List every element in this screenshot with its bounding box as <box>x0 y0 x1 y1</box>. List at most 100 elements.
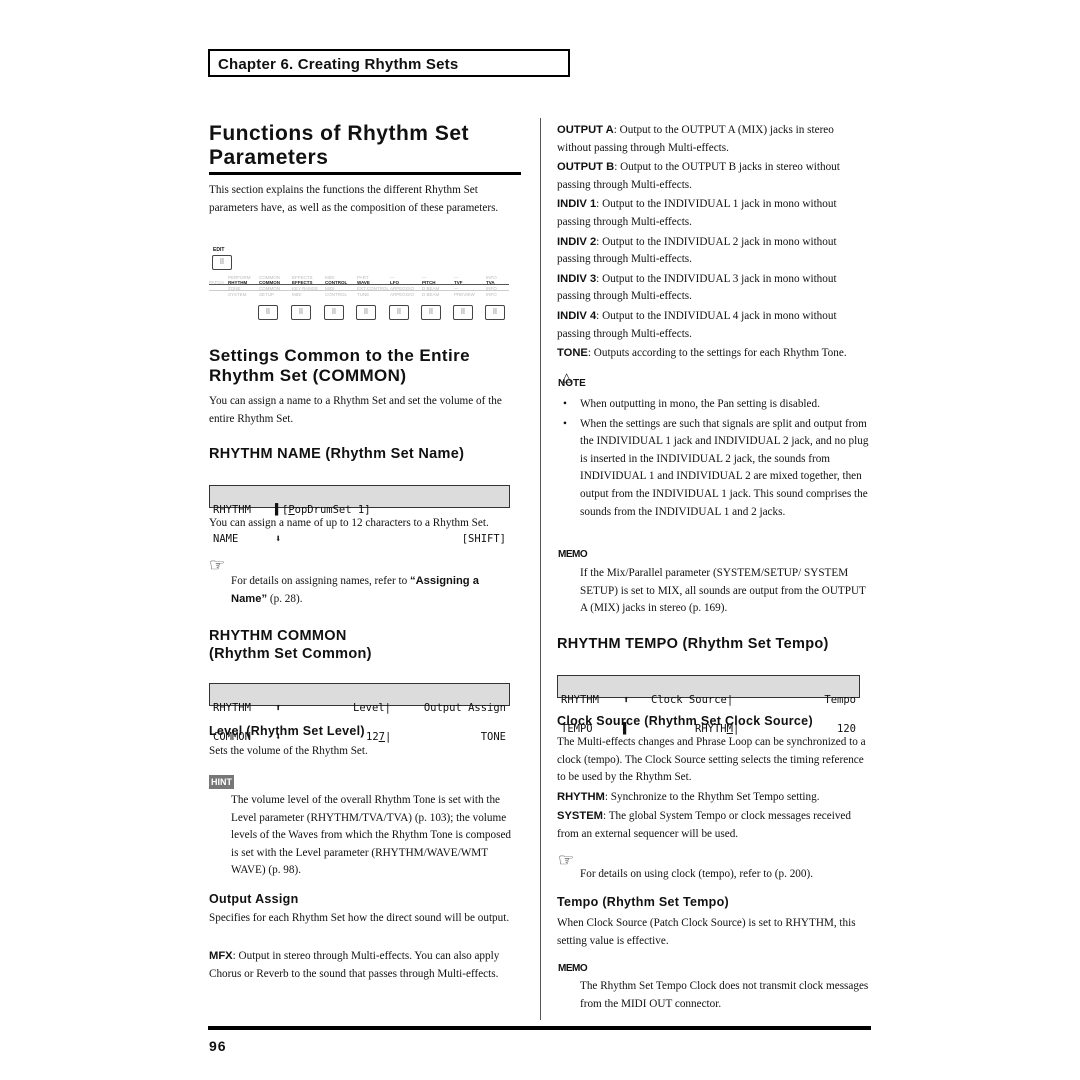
section-heading-line1: Settings Common to the Entire <box>209 346 470 365</box>
mfx-text: : Output in stereo through Multi-effects… <box>209 950 500 980</box>
rhythm-tempo-heading: RHYTHM TEMPO (Rhythm Set Tempo) <box>557 636 829 652</box>
output-options-list: OUTPUT A: Output to the OUTPUT A (MIX) j… <box>557 122 870 365</box>
lcd-display-tempo: RHYTHM ⬆ Clock Source| Tempo TEMPO ▌ RHYTHM| 1… <box>557 675 860 734</box>
keypad-icon: ⠿ <box>492 308 498 316</box>
lcd-display-name: RHYTHM ▌ [PopDrumSet 1] NAME ⬇ [SHIFT] <box>209 485 510 544</box>
clock-source-heading: Clock Source (Rhythm Set Clock Source) <box>557 714 813 728</box>
lcd-level-label: Level| <box>353 702 391 714</box>
edit-button[interactable]: ⠿ <box>212 255 232 270</box>
memo-text-tempo: The Rhythm Set Tempo Clock does not tran… <box>580 980 869 1010</box>
reference-hand-icon: ☞ <box>558 850 575 870</box>
memo-icon: MEMO <box>558 549 588 560</box>
ref-text: For details on assigning names, refer to <box>231 575 410 587</box>
chapter-title: Chapter 6. Creating Rhythm Sets <box>218 56 459 73</box>
hint-text: The volume level of the overall Rhythm T… <box>231 794 512 877</box>
output-assign-description: Specifies for each Rhythm Set how the di… <box>209 912 510 924</box>
rhythm-common-heading-line1: RHYTHM COMMON <box>209 628 347 644</box>
note-item: When outputting in mono, the Pan setting… <box>557 396 872 414</box>
output-option: INDIV 3: Output to the INDIVIDUAL 3 jack… <box>557 271 870 306</box>
output-desc: : Outputs according to the settings for … <box>587 347 847 360</box>
panel-rule-main <box>209 284 509 285</box>
chapter-header: Chapter 6. Creating Rhythm Sets <box>208 49 570 77</box>
output-desc: : Output to the INDIVIDUAL 1 jack in mon… <box>557 198 837 228</box>
output-term: INDIV 1 <box>557 198 597 211</box>
footer-rule <box>208 1026 871 1030</box>
level-digits: 12 <box>366 731 379 743</box>
rhythm-text: : Synchronize to the Rhythm Set Tempo se… <box>604 791 820 803</box>
page-number: 96 <box>209 1038 227 1054</box>
keypad-icon: ⠿ <box>460 308 466 316</box>
output-option: OUTPUT A: Output to the OUTPUT A (MIX) j… <box>557 122 870 157</box>
output-option: INDIV 4: Output to the INDIVIDUAL 4 jack… <box>557 308 870 343</box>
system-option: SYSTEM: The global System Tempo or clock… <box>557 808 870 843</box>
name-description: You can assign a name of up to 12 charac… <box>209 517 489 529</box>
edit-label: EDIT <box>213 247 225 253</box>
panel-select-button[interactable]: ⠿ <box>356 305 376 320</box>
rhythm-common-heading: RHYTHM COMMON (Rhythm Set Common) <box>209 627 372 663</box>
memo-text-mix: If the Mix/Parallel parameter (SYSTEM/SE… <box>580 567 866 615</box>
ref-page: (p. 28). <box>267 592 303 605</box>
title-rule <box>209 172 521 175</box>
panel-label: D BEAM <box>422 292 440 297</box>
mfx-term: MFX <box>209 950 233 962</box>
keypad-icon: ⠿ <box>219 258 225 266</box>
section-heading-common: Settings Common to the Entire Rhythm Set… <box>209 346 470 386</box>
note-label: NOTE <box>558 378 586 389</box>
output-term: INDIV 2 <box>557 235 597 248</box>
panel-label: PREVIEW <box>454 292 475 297</box>
lcd-output-label: Output Assign <box>423 702 506 714</box>
intro-paragraph: This section explains the functions the … <box>209 184 499 214</box>
output-option: TONE: Outputs according to the settings … <box>557 345 870 363</box>
keypad-icon: ⠿ <box>428 308 434 316</box>
lcd-clock-label: Clock Source| <box>651 694 734 706</box>
column-divider <box>540 118 541 1020</box>
note-icon: △ NOTE <box>558 370 586 389</box>
lcd-line1-label: RHYTHM <box>561 694 599 706</box>
output-term: OUTPUT A <box>557 124 614 136</box>
hint-icon: HINT <box>209 775 234 789</box>
panel-label: SYSTEM <box>228 292 247 297</box>
panel-label: ARPEGGIO <box>390 292 415 297</box>
lcd-tempo-label: Tempo <box>824 694 856 706</box>
reference-hand-icon: ☞ <box>209 555 226 575</box>
arrow-down-icon: ⬇ <box>275 533 282 545</box>
panel-label: SETUP <box>259 292 275 297</box>
separator: | <box>384 731 392 743</box>
output-term: INDIV 4 <box>557 309 597 322</box>
keypad-icon: ⠿ <box>331 308 337 316</box>
output-option: INDIV 2: Output to the INDIVIDUAL 2 jack… <box>557 234 870 269</box>
lcd-level-value[interactable]: 127| <box>366 731 392 743</box>
arrow-up-icon: ⬆ <box>275 702 282 714</box>
output-assign-heading: Output Assign <box>209 892 299 906</box>
output-desc: : Output to the INDIVIDUAL 4 jack in mon… <box>557 309 837 340</box>
panel-select-button[interactable]: ⠿ <box>485 305 505 320</box>
panel-select-button[interactable]: ⠿ <box>389 305 409 320</box>
edit-panel-diagram: EDIT ⠿ PERFORM COMMON EFFECTS MIDI PART — — — IN… <box>209 247 514 325</box>
panel-select-button[interactable]: ⠿ <box>291 305 311 320</box>
name-reference: For details on assigning names, refer to… <box>231 573 516 608</box>
output-term: TONE <box>557 347 588 360</box>
clock-reference: For details on using clock (tempo), refe… <box>580 868 814 880</box>
rhythm-option: RHYTHM: Synchronize to the Rhythm Set Te… <box>557 789 870 807</box>
panel-label: MIDI <box>292 292 302 297</box>
page-title-line1: Functions of Rhythm Set <box>209 122 469 145</box>
memo-icon: MEMO <box>558 963 588 974</box>
panel-rule-sub <box>209 290 509 291</box>
system-term: SYSTEM <box>557 810 604 822</box>
lcd-output-value[interactable]: TONE <box>481 732 506 743</box>
panel-select-button[interactable]: ⠿ <box>453 305 473 320</box>
lcd-line2-label: NAME <box>213 533 239 545</box>
rhythm-term: RHYTHM <box>557 791 605 803</box>
rhythm-name-heading: RHYTHM NAME (Rhythm Set Name) <box>209 446 465 462</box>
section-heading-line2: Rhythm Set (COMMON) <box>209 366 407 385</box>
tempo-description: When Clock Source (Patch Clock Source) i… <box>557 917 856 947</box>
lcd-line1-label: RHYTHM <box>213 702 251 714</box>
page-title: Functions of Rhythm Set Parameters <box>209 122 469 170</box>
panel-select-button[interactable]: ⠿ <box>421 305 441 320</box>
panel-select-button[interactable]: ⠿ <box>258 305 278 320</box>
output-option: INDIV 1: Output to the INDIVIDUAL 1 jack… <box>557 196 870 231</box>
arrow-up-icon: ⬆ <box>623 694 630 706</box>
panel-select-button[interactable]: ⠿ <box>324 305 344 320</box>
lcd-display-common: RHYTHM ⬆ Level| Output Assign COMMON ⬇ 127| TO… <box>209 683 510 742</box>
keypad-icon: ⠿ <box>363 308 369 316</box>
